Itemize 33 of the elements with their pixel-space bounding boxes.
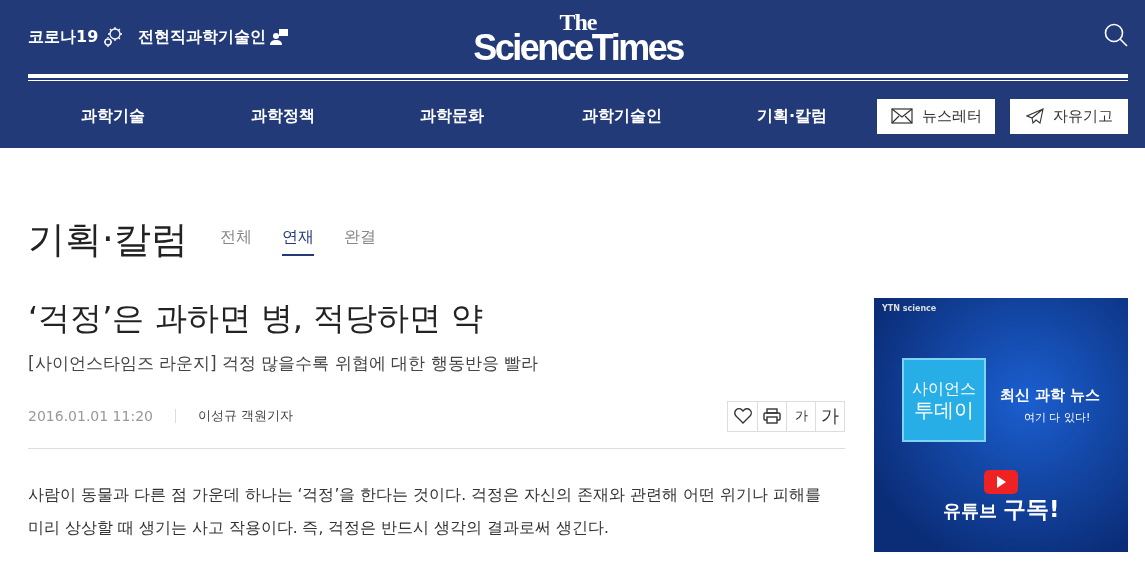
article-body: 사람이 동물과 다른 점 가운데 하나는 ‘걱정’을 한다는 것이다. 걱정은 자신의 존재와 관련해 어떤 위기나 피해를 미리 상상할 때 생기는 사고 작용이다. 즉, 걱정은 반드시 생각의 결과로써 생긴다.	[28, 485, 822, 539]
nav-link[interactable]: 과학기술인	[537, 105, 708, 127]
author-name: 이성규 객원기자	[197, 407, 294, 426]
section-tab[interactable]: 전체	[219, 227, 252, 257]
title-tile: 사이언스 투데이	[902, 358, 986, 443]
heart-icon	[733, 408, 752, 425]
section-tab[interactable]: 완결	[343, 227, 376, 257]
section-title: 기획·칼럼	[28, 218, 188, 263]
subscribe-text: 유튜브 구독!	[941, 495, 1061, 525]
virus-icon	[102, 26, 125, 48]
quick-link[interactable]: 코로나19	[28, 26, 125, 48]
publish-date: 2016.01.01 11:20	[28, 408, 153, 425]
nav-link[interactable]: 과학문화	[367, 105, 538, 127]
person-icon	[270, 29, 289, 45]
nav-link[interactable]: 과학기술	[28, 105, 198, 127]
printer-icon	[763, 408, 781, 425]
article-title: ‘걱정’은 과하면 병, 적당하면 약	[28, 298, 485, 340]
nav-link[interactable]: 기획·칼럼	[707, 105, 877, 127]
section-tab[interactable]: 연재	[281, 227, 314, 257]
ad-banner[interactable]: YTN science 사이언스 투데이 최신 과학 뉴스 여기 다 있다! 유튜브 구독!	[874, 298, 1128, 553]
site-logo[interactable]: The ScienceTimes	[473, 11, 683, 63]
play-icon	[984, 470, 1018, 495]
nav-link[interactable]: 과학정책	[197, 105, 368, 127]
ad-tagline: 여기 다 있다!	[1024, 410, 1091, 426]
article-subtitle: [사이언스타임즈 라운지] 걱정 많을수록 위협에 대한 행동반응 빨라	[28, 352, 540, 375]
submit-button[interactable]: 자유기고	[1010, 98, 1128, 134]
paper-plane-icon	[1025, 108, 1044, 124]
search-icon[interactable]	[1104, 23, 1128, 47]
newsletter-button[interactable]: 뉴스레터	[877, 98, 995, 134]
mail-icon	[890, 108, 913, 124]
quick-link[interactable]: 전현직과학기술인	[138, 26, 289, 48]
ad-headline: 최신 과학 뉴스	[1000, 386, 1101, 406]
brand-label: YTN science	[882, 304, 937, 314]
